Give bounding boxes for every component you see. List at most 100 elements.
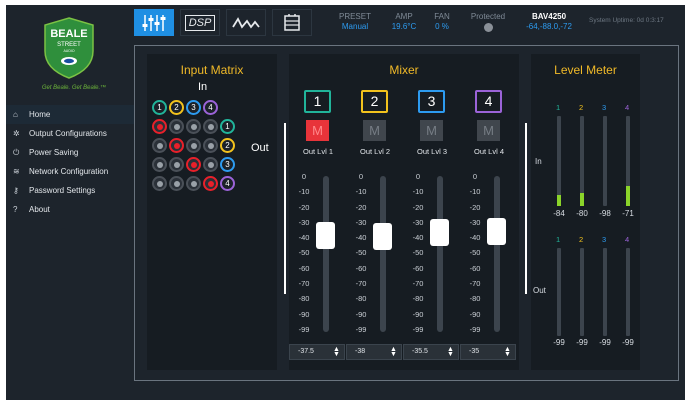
matrix-cell[interactable] [203,138,218,153]
protected-label: Protected [470,12,506,21]
mixer-view-button[interactable] [134,9,174,36]
matrix-cell[interactable] [152,176,167,191]
matrix-cell[interactable] [203,119,218,134]
mixer-channel-4: 4 M Out Lvl 4 0 -10 -20 -30 -40 -50 -60 -70 -80 -90 -… [460,54,518,370]
scale-tick: -60 [469,263,481,273]
meter-in-value: -80 [576,209,588,218]
eq-curve-button[interactable] [226,9,266,36]
matrix-cell[interactable] [152,119,167,134]
sidebar-item-label: About [29,205,50,214]
mute-button[interactable]: M [477,120,500,141]
scale-tick: -30 [469,217,481,227]
matrix-output-1: 1 [220,119,235,134]
spinner-icon[interactable]: ▲▼ [333,346,340,358]
mute-button[interactable]: M [420,120,443,141]
out-level-label: Out Lvl 3 [416,147,447,156]
sidebar-item-output-configurations[interactable]: ✲ Output Configurations [6,124,134,143]
model-status: BAV4250 -64,-88.0,-72 [519,12,579,31]
sidebar-item-power-saving[interactable]: ⏻ Power Saving [6,143,134,162]
power-icon: ⏻ [13,147,20,157]
mute-button[interactable]: M [363,120,386,141]
scale-tick: -80 [469,294,481,304]
scale-tick: -10 [355,187,367,197]
matrix-cell[interactable] [152,138,167,153]
scale-tick: -20 [355,202,367,212]
sidebar-item-network-configuration[interactable]: ≋ Network Configuration [6,162,134,181]
meter-in-channel-3: 3 [602,103,607,112]
scale-tick: -99 [412,324,424,334]
out-level-label: Out Lvl 2 [359,147,390,156]
beale-street-audio-logo: BEALE STREET AUDIO [44,17,94,79]
home-icon: ⌂ [13,110,18,119]
system-uptime: System Uptime: 0d 0:3:17 [589,17,664,24]
level-value-input[interactable]: -38 ▲▼ [346,344,402,360]
meter-in-bar [626,116,630,206]
rack-icon [284,13,300,31]
preset-status: PRESET Manual [332,12,378,31]
matrix-input-3: 3 [186,100,201,115]
sidebar-item-home[interactable]: ⌂ Home [6,105,134,124]
fader-scale: 0 -10 -20 -30 -40 -50 -60 -70 -80 -90 -99 [295,172,313,340]
scale-tick: -90 [412,309,424,319]
top-bar: DSP PRESET Manual AMP 19.6°C FAN 0 % Pro… [134,5,685,45]
scale-tick: -20 [469,202,481,212]
matrix-cell[interactable] [186,138,201,153]
meter-out-bar [580,248,584,336]
dsp-button[interactable]: DSP [180,9,220,36]
matrix-cell[interactable] [169,119,184,134]
mute-button[interactable]: M [306,120,329,141]
level-value-input[interactable]: -37.5 ▲▼ [289,344,345,360]
matrix-input-2: 2 [169,100,184,115]
meter-in-channel-4: 4 [625,103,630,112]
fader-knob[interactable] [373,222,392,250]
fader-knob[interactable] [487,218,506,246]
fader-knob[interactable] [430,218,449,246]
matrix-in-label: In [198,81,208,93]
routing-button[interactable] [272,9,312,36]
matrix-cell[interactable] [169,138,184,153]
spinner-icon[interactable]: ▲▼ [504,346,511,358]
matrix-cell[interactable] [186,119,201,134]
matrix-cell[interactable] [186,157,201,172]
meter-in-bar [580,116,584,206]
scale-tick: -20 [412,202,424,212]
matrix-cell[interactable] [169,176,184,191]
scale-tick: -30 [298,217,310,227]
scale-tick: -60 [412,263,424,273]
meter-out-bar [557,248,561,336]
sidebar-item-label: Home [29,110,51,119]
scale-tick: -10 [412,187,424,197]
scale-tick: -10 [469,187,481,197]
meter-in-fill [580,192,584,206]
spinner-icon[interactable]: ▲▼ [390,346,397,358]
sidebar-item-password-settings[interactable]: ⚷ Password Settings [6,181,134,200]
meter-out-channel-3: 3 [602,235,607,244]
scale-tick: -90 [469,309,481,319]
scale-tick: -60 [355,263,367,273]
level-value-input[interactable]: -35 ▲▼ [460,344,516,360]
scale-tick: -30 [412,217,424,227]
matrix-cell[interactable] [203,176,218,191]
fader-track[interactable] [323,176,329,332]
mixer-channel-2: 2 M Out Lvl 2 0 -10 -20 -30 -40 -50 -60 -70 -80 -90 -… [346,54,404,370]
matrix-cell[interactable] [186,176,201,191]
spinner-icon[interactable]: ▲▼ [447,346,454,358]
sidebar-nav: ⌂ Home ✲ Output Configurations ⏻ Power Saving… [6,105,134,219]
scale-tick: -70 [469,279,481,289]
fader-track[interactable] [437,176,443,332]
matrix-cell[interactable] [203,157,218,172]
sidebar-item-about[interactable]: ? About [6,200,134,219]
level-value-input[interactable]: -35.5 ▲▼ [403,344,459,360]
fader-track[interactable] [380,176,386,332]
matrix-cell[interactable] [169,157,184,172]
sidebar-item-label: Password Settings [29,186,96,195]
fader-knob[interactable] [316,222,335,250]
protected-indicator-icon [483,23,493,32]
matrix-cell[interactable] [152,157,167,172]
out-level-label: Out Lvl 4 [473,147,504,156]
question-icon: ? [13,205,18,214]
meter-in-channel-2: 2 [579,103,584,112]
scale-tick: -70 [355,279,367,289]
level-value: -38 [355,348,366,355]
fader-track[interactable] [494,176,500,332]
